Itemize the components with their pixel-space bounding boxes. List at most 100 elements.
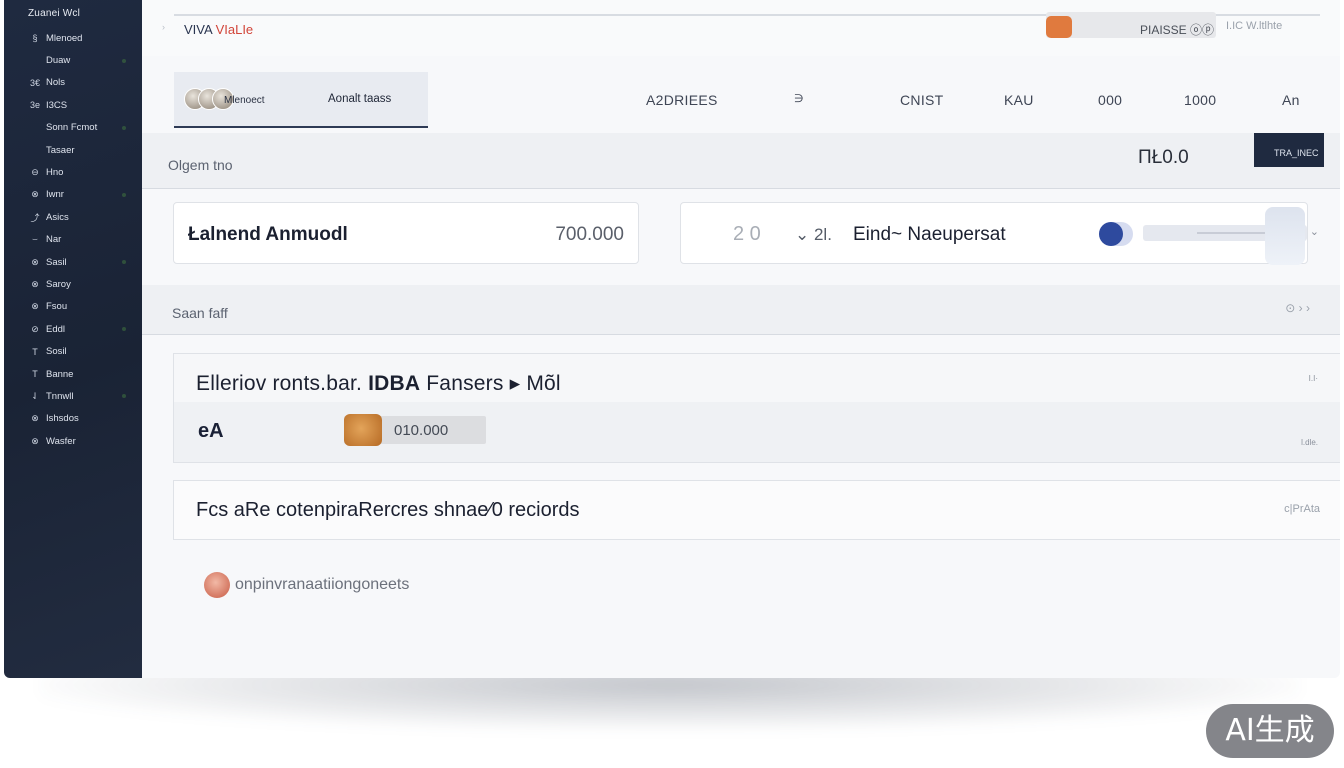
sidebar-item[interactable]: ⊘ Eddl <box>4 318 142 340</box>
column-header-000[interactable]: 000 <box>1098 92 1122 108</box>
list-item[interactable]: Elleriov ronts.bar. IDBA Fansers ▸ Mõl I… <box>173 353 1340 463</box>
sidebar-item-label: Sosil <box>46 346 67 358</box>
footer-text: onpinvranaatiiongoneets <box>235 576 410 593</box>
sidebar-item-label: Ishsdos <box>46 413 79 425</box>
column-header-cost[interactable]: CNIST <box>900 92 944 108</box>
sidebar-item[interactable]: ⌣ Nar <box>4 229 142 251</box>
sidebar-item-icon: ⤴ <box>30 212 40 223</box>
sidebar-item[interactable]: ⊗ Saroy <box>4 273 142 295</box>
tab-accounts-label: Aonalt taass <box>328 93 392 105</box>
section-title: Saan faff <box>172 305 228 321</box>
sidebar-item-label: Asics <box>46 211 69 223</box>
sidebar-item-icon: ⇃ <box>31 390 39 401</box>
breadcrumb[interactable]: VIVA VIaLIe <box>184 22 253 37</box>
app-window: Zuanei Wcl § Mlenoed Duaw 3€ Nols 3e I3CS Sonn … <box>4 0 1340 678</box>
sidebar-item-label: Sasil <box>46 256 67 268</box>
column-header-address[interactable]: A2DRIEES <box>646 92 718 108</box>
list-item-meta-2: l.dle. <box>1301 438 1318 447</box>
sidebar-item[interactable]: 3e I3CS <box>4 94 142 116</box>
range-slider[interactable]: ⌄ <box>1143 207 1319 265</box>
column-header-icon[interactable]: ∋ <box>794 92 804 105</box>
status-dot <box>122 327 126 332</box>
sidebar-item-label: Hno <box>46 167 64 179</box>
sidebar-item[interactable]: T Banne <box>4 363 142 385</box>
list-item-action[interactable]: c|PrAta <box>1284 503 1320 515</box>
sidebar-item[interactable]: ⊗ Iwnr <box>4 184 142 206</box>
section-controls-icon[interactable]: ⊙ › › <box>1285 301 1310 315</box>
column-header-an[interactable]: An <box>1282 92 1300 108</box>
train-button[interactable]: TRA_INEC <box>1254 133 1324 167</box>
sidebar-item[interactable]: ⤴ Asics <box>4 206 142 228</box>
search-label: PIAISSE ⓞⓟ <box>1140 23 1215 37</box>
column-header-1000[interactable]: 1000 <box>1184 92 1216 108</box>
list-item-title: Fcs aRe cotenpiraRercres shnae⁄0 reciord… <box>196 499 580 521</box>
top-right-label: I.IC W.ltlhte <box>1226 20 1283 32</box>
filter-row: Olgem tno ΠŁ0.0 TRA_INEC <box>142 133 1340 189</box>
filter-label: Olgem tno <box>168 157 233 173</box>
avatar-group: Mlenoect <box>184 84 274 116</box>
column-header-kau[interactable]: KAU <box>1004 92 1034 108</box>
list-item-meta: I.I· <box>1308 374 1318 383</box>
slider-handle[interactable] <box>1265 207 1305 265</box>
sidebar-item[interactable]: ⇃ Tnnwll <box>4 385 142 407</box>
sidebar-item-icon: ⊗ <box>31 189 39 200</box>
coin-icon <box>344 414 382 446</box>
ad-icon: eA <box>198 420 224 442</box>
top-bar: › VIVA VIaLIe PIAISSE ⓞⓟ I.IC W.ltlhte <box>142 0 1340 56</box>
sidebar-item-label: Tnnwll <box>46 390 74 402</box>
sidebar-item[interactable]: ⊗ Sasil <box>4 251 142 273</box>
sidebar-item-label: Iwnr <box>46 189 64 201</box>
sidebar-item[interactable]: ⊗ Wasfer <box>4 430 142 452</box>
amount-card-label: Łalnend Anmuodl <box>188 224 348 245</box>
sidebar-item-label: Nar <box>46 234 62 246</box>
sidebar-item[interactable]: T Sosil <box>4 340 142 362</box>
value-pill[interactable]: 010.000 <box>344 414 486 446</box>
watermark: AI生成 <box>1206 704 1334 758</box>
sidebar-item-icon: T <box>32 346 38 357</box>
chevron-down-icon[interactable]: ⌄ <box>1310 225 1319 238</box>
search-icon: ⓞⓟ <box>1190 23 1215 37</box>
name-card-sub: ⌄ 2l. <box>795 225 832 244</box>
sidebar-item-icon: ⊗ <box>31 278 39 289</box>
name-card-label: Eind~ Naeupersat <box>853 224 1006 245</box>
sidebar-item[interactable]: Duaw <box>4 49 142 71</box>
sidebar-item[interactable]: 3€ Nols <box>4 72 142 94</box>
sidebar-item[interactable]: Tasaer <box>4 139 142 161</box>
status-dot <box>122 58 126 63</box>
avatar-label: Mlenoect <box>224 95 265 106</box>
sidebar-item-icon: ⌣ <box>32 234 38 245</box>
sidebar-item-icon: ⊗ <box>31 413 39 424</box>
toggle-switch[interactable] <box>1099 222 1133 246</box>
main-content: › VIVA VIaLIe PIAISSE ⓞⓟ I.IC W.ltlhte M… <box>142 0 1340 678</box>
status-dot <box>122 260 126 265</box>
list-item-title: Elleriov ronts.bar. IDBA Fansers ▸ Mõl <box>196 372 561 395</box>
search-badge-icon[interactable] <box>1046 16 1072 38</box>
sidebar-item-label: Duaw <box>46 55 71 67</box>
sidebar-item[interactable]: ⊖ Hno <box>4 161 142 183</box>
sidebar-item-label: Wasfer <box>46 435 76 447</box>
sidebar-item[interactable]: § Mlenoed <box>4 27 142 49</box>
amount-card-value: 700.000 <box>555 224 624 245</box>
status-dot <box>122 192 126 197</box>
sidebar-item-label: Saroy <box>46 278 71 290</box>
sidebar-item[interactable]: ⊗ Ishsdos <box>4 408 142 430</box>
sidebar-item[interactable]: Sonn Fcmot <box>4 117 142 139</box>
sidebar-item-icon: ⊘ <box>31 323 39 334</box>
sidebar-item-icon: ⊗ <box>31 435 39 446</box>
sidebar-item-label: Nols <box>46 77 66 89</box>
list-item[interactable]: Fcs aRe cotenpiraRercres shnae⁄0 reciord… <box>173 480 1340 540</box>
status-dot <box>122 394 126 399</box>
sidebar-title: Zuanei Wcl <box>28 8 81 19</box>
sidebar-item-icon: ⊗ <box>31 301 39 312</box>
sidebar-item-icon: T <box>32 369 38 380</box>
sidebar-item-label: Banne <box>46 368 74 380</box>
filter-value: ΠŁ0.0 <box>1138 147 1189 168</box>
sidebar-item-icon: ⊖ <box>31 167 39 178</box>
sidebar-item[interactable]: ⊗ Fsou <box>4 296 142 318</box>
sidebar-item-label: I3CS <box>46 99 68 111</box>
table-header: Mlenoect Aonalt taass A2DRIEES ∋ CNIST K… <box>142 72 1340 130</box>
sidebar-item-icon: ⊗ <box>31 256 39 267</box>
status-dot <box>122 125 126 130</box>
tab-accounts[interactable]: Mlenoect Aonalt taass <box>174 72 428 128</box>
chevron-right-icon: › <box>162 22 165 32</box>
